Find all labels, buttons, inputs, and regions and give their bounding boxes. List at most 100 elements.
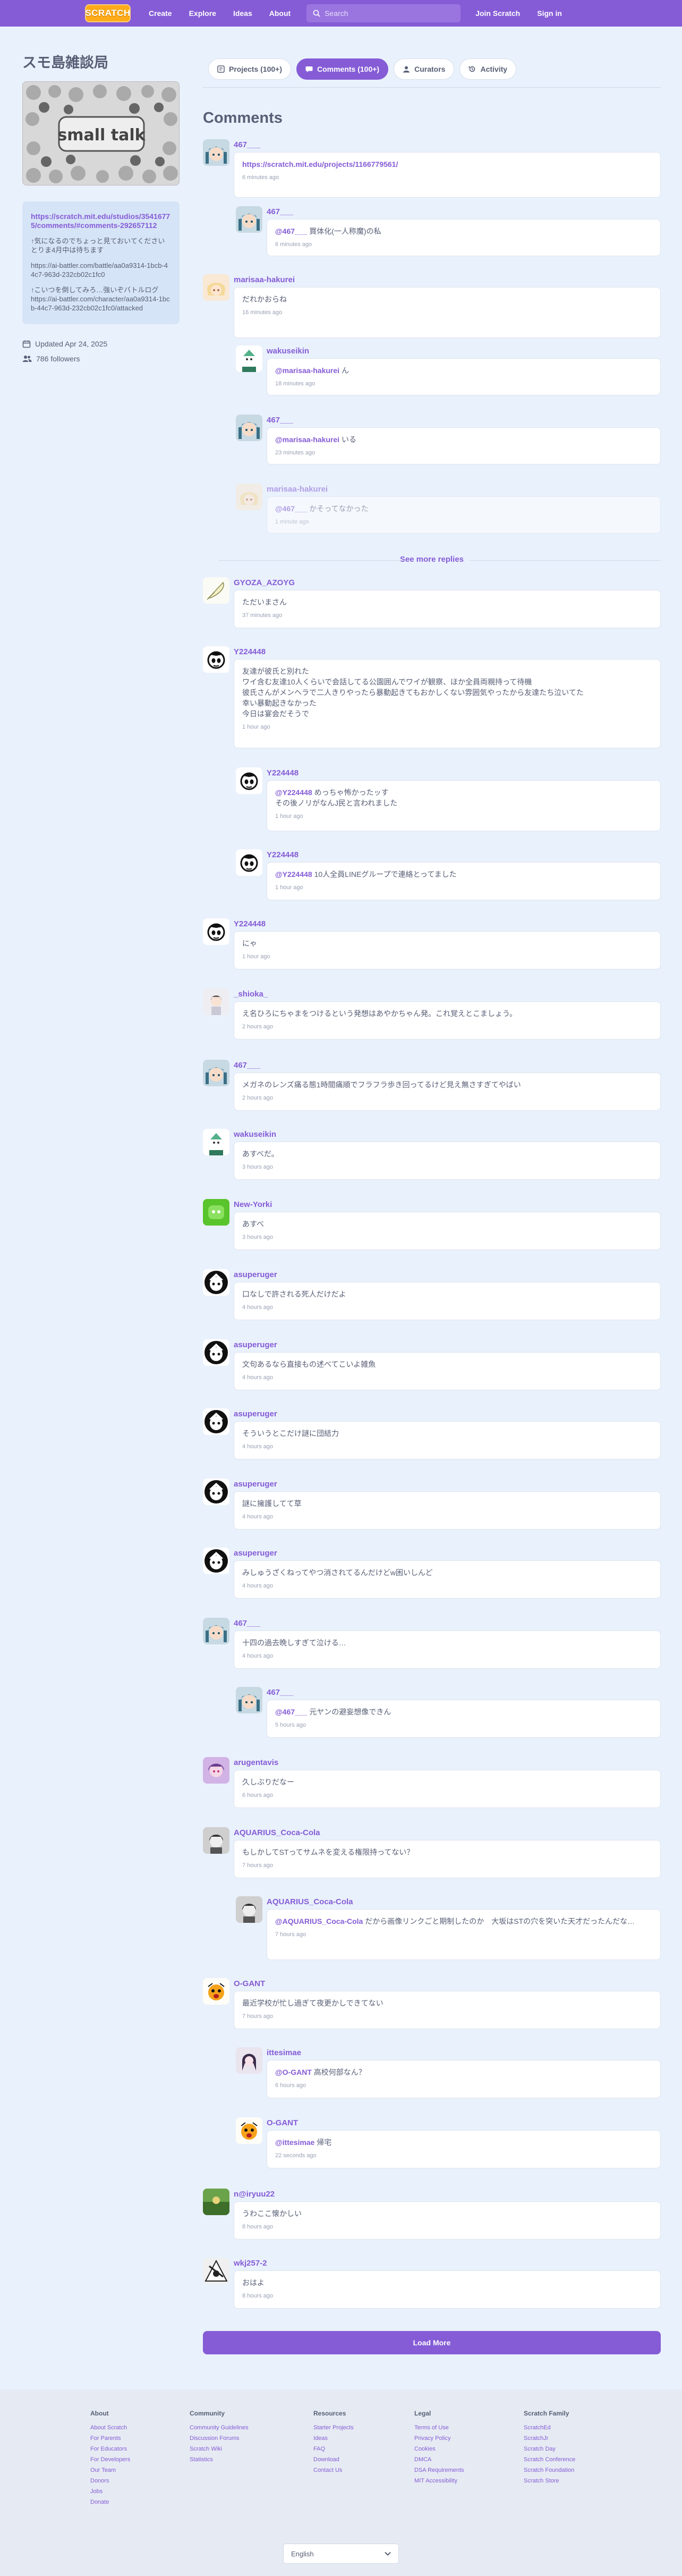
comment-username[interactable]: _shioka_ [234,990,268,999]
footer-link[interactable]: About Scratch [90,2422,130,2433]
comment-username[interactable]: wkj257-2 [234,2259,267,2268]
footer-link[interactable]: MIT Accessibility [414,2476,464,2486]
footer-link[interactable]: Scratch Day [524,2444,575,2454]
avatar[interactable] [203,1060,229,1086]
footer-link[interactable]: Donate [90,2497,130,2507]
sign-in-link[interactable]: Sign in [528,0,570,27]
footer-link[interactable]: Scratch Wiki [190,2444,249,2454]
footer-link[interactable]: For Developers [90,2454,130,2465]
comment-username[interactable]: asuperuger [234,1340,277,1349]
footer-link[interactable]: Statistics [190,2454,249,2465]
comment-username[interactable]: ittesimae [267,2048,301,2057]
avatar[interactable] [203,1548,229,1574]
comment-username[interactable]: Y224448 [234,647,266,656]
avatar[interactable] [203,1129,229,1155]
avatar[interactable] [236,1687,262,1713]
language-select[interactable]: English [283,2544,399,2564]
mention-link[interactable]: @O-GANT [275,2068,312,2076]
avatar[interactable] [203,1339,229,1366]
footer-link[interactable]: Our Team [90,2465,130,2476]
comment-username[interactable]: n@iryuu22 [234,2190,275,2199]
avatar[interactable] [236,484,262,510]
comment-username[interactable]: asuperuger [234,1409,277,1418]
comment-username[interactable]: wakuseikin [267,347,309,356]
footer-link[interactable]: Scratch Conference [524,2454,575,2465]
scratch-logo[interactable]: SCRATCH [85,4,131,22]
comment-username[interactable]: 467___ [234,1619,260,1628]
avatar[interactable] [203,1479,229,1505]
avatar[interactable] [203,1199,229,1226]
tab-comments[interactable]: Comments (100+) [296,58,389,80]
footer-link[interactable]: DSA Requirements [414,2465,464,2476]
footer-link[interactable]: DMCA [414,2454,464,2465]
comment-username[interactable]: GYOZA_AZOYG [234,578,295,587]
comment-username[interactable]: AQUARIUS_Coca-Cola [234,1828,320,1837]
avatar[interactable] [203,274,229,301]
avatar[interactable] [203,646,229,673]
avatar[interactable] [236,849,262,876]
avatar[interactable] [203,2258,229,2284]
avatar[interactable] [203,918,229,945]
avatar[interactable] [203,2189,229,2215]
comment-username[interactable]: 467___ [267,1688,293,1697]
mention-link[interactable]: @AQUARIUS_Coca-Cola [275,1917,363,1925]
avatar[interactable] [236,345,262,372]
avatar[interactable] [203,1827,229,1854]
comment-username[interactable]: marisaa-hakurei [267,485,328,494]
tab-activity[interactable]: Activity [459,58,517,80]
avatar[interactable] [203,1618,229,1644]
footer-link[interactable]: Scratch Foundation [524,2465,575,2476]
mention-link[interactable]: @marisaa-hakurei [275,435,339,444]
nav-about[interactable]: About [261,0,299,27]
nav-ideas[interactable]: Ideas [225,0,261,27]
footer-link[interactable]: Starter Projects [313,2422,354,2433]
footer-link[interactable]: Community Guidelines [190,2422,249,2433]
mention-link[interactable]: @Y224448 [275,870,312,879]
comment-username[interactable]: wakuseikin [234,1130,276,1139]
avatar[interactable] [203,989,229,1015]
avatar[interactable] [203,1978,229,2005]
mention-link[interactable]: @ittesimae [275,2138,314,2147]
mention-link[interactable]: @467___ [275,1708,307,1716]
avatar[interactable] [236,767,262,794]
comment-username[interactable]: asuperuger [234,1480,277,1489]
comment-username[interactable]: 467___ [234,1061,260,1070]
description-link[interactable]: https://scratch.mit.edu/studios/35416775… [31,212,171,230]
footer-link[interactable]: Privacy Policy [414,2433,464,2444]
tab-projects[interactable]: Projects (100+) [208,58,291,80]
footer-link[interactable]: Donors [90,2476,130,2486]
avatar[interactable] [203,139,229,166]
avatar[interactable] [203,577,229,604]
join-scratch-link[interactable]: Join Scratch [467,0,528,27]
footer-link[interactable]: For Educators [90,2444,130,2454]
comment-username[interactable]: Y224448 [267,850,299,859]
comment-username[interactable]: O-GANT [267,2118,298,2127]
mention-link[interactable]: @marisaa-hakurei [275,366,339,375]
comment-username[interactable]: asuperuger [234,1270,277,1279]
footer-link[interactable]: Ideas [313,2433,354,2444]
comment-username[interactable]: arugentavis [234,1758,278,1767]
avatar[interactable] [203,1757,229,1784]
comment-username[interactable]: 467___ [267,207,293,216]
comment-username[interactable]: New-Yorki [234,1200,272,1209]
comment-username[interactable]: 467___ [234,140,260,149]
footer-link[interactable]: FAQ [313,2444,354,2454]
search-input[interactable] [325,9,447,18]
nav-create[interactable]: Create [140,0,181,27]
avatar[interactable] [236,206,262,233]
avatar[interactable] [236,1896,262,1923]
comment-username[interactable]: Y224448 [267,768,299,778]
nav-explore[interactable]: Explore [181,0,225,27]
tab-curators[interactable]: Curators [394,58,455,80]
footer-link[interactable]: Contact Us [313,2465,354,2476]
footer-link[interactable]: Jobs [90,2486,130,2497]
footer-link[interactable]: Download [313,2454,354,2465]
avatar[interactable] [203,1408,229,1435]
comment-username[interactable]: AQUARIUS_Coca-Cola [267,1897,353,1906]
footer-link[interactable]: ScratchJr [524,2433,575,2444]
footer-link[interactable]: Cookies [414,2444,464,2454]
mention-link[interactable]: @Y224448 [275,788,312,797]
footer-link[interactable]: ScratchEd [524,2422,575,2433]
comment-username[interactable]: asuperuger [234,1549,277,1558]
load-more-button[interactable]: Load More [203,2331,661,2354]
